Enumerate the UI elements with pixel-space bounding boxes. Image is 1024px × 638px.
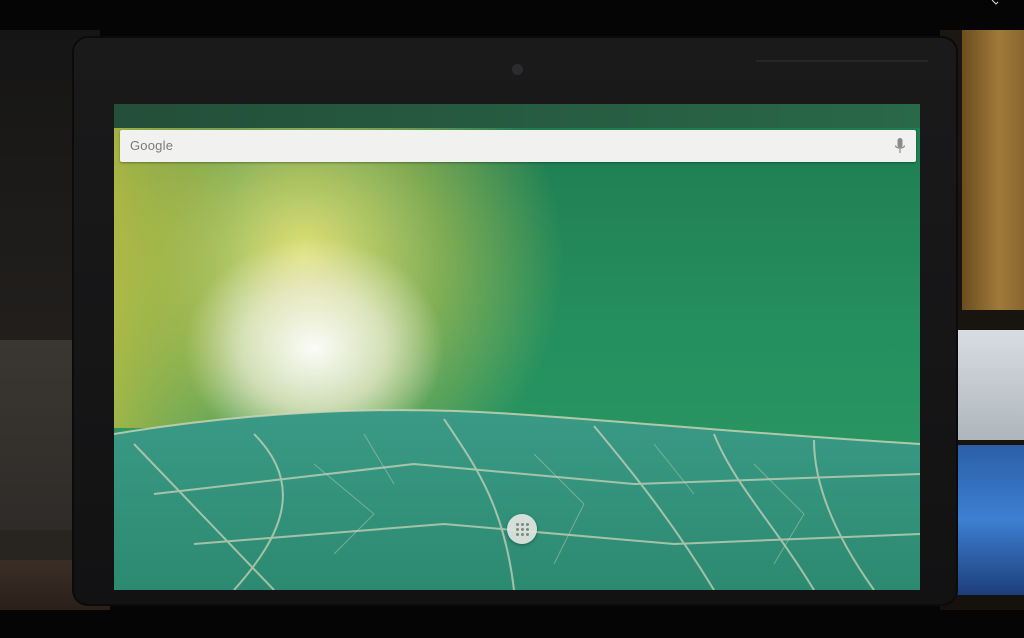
bezel-edge [756,60,928,62]
microphone-icon[interactable] [894,137,906,155]
google-search-bar[interactable]: Google [120,130,916,162]
google-logo: Google [130,138,174,153]
app-drawer-button[interactable] [507,514,537,544]
wallpaper-leaf [114,409,920,590]
photo-frame: Google [0,0,1024,638]
status-bar [114,104,920,128]
room-wood-right [962,30,1024,310]
front-camera [512,64,523,75]
wallpaper-glow [114,128,234,428]
pointer-icon [991,0,999,5]
